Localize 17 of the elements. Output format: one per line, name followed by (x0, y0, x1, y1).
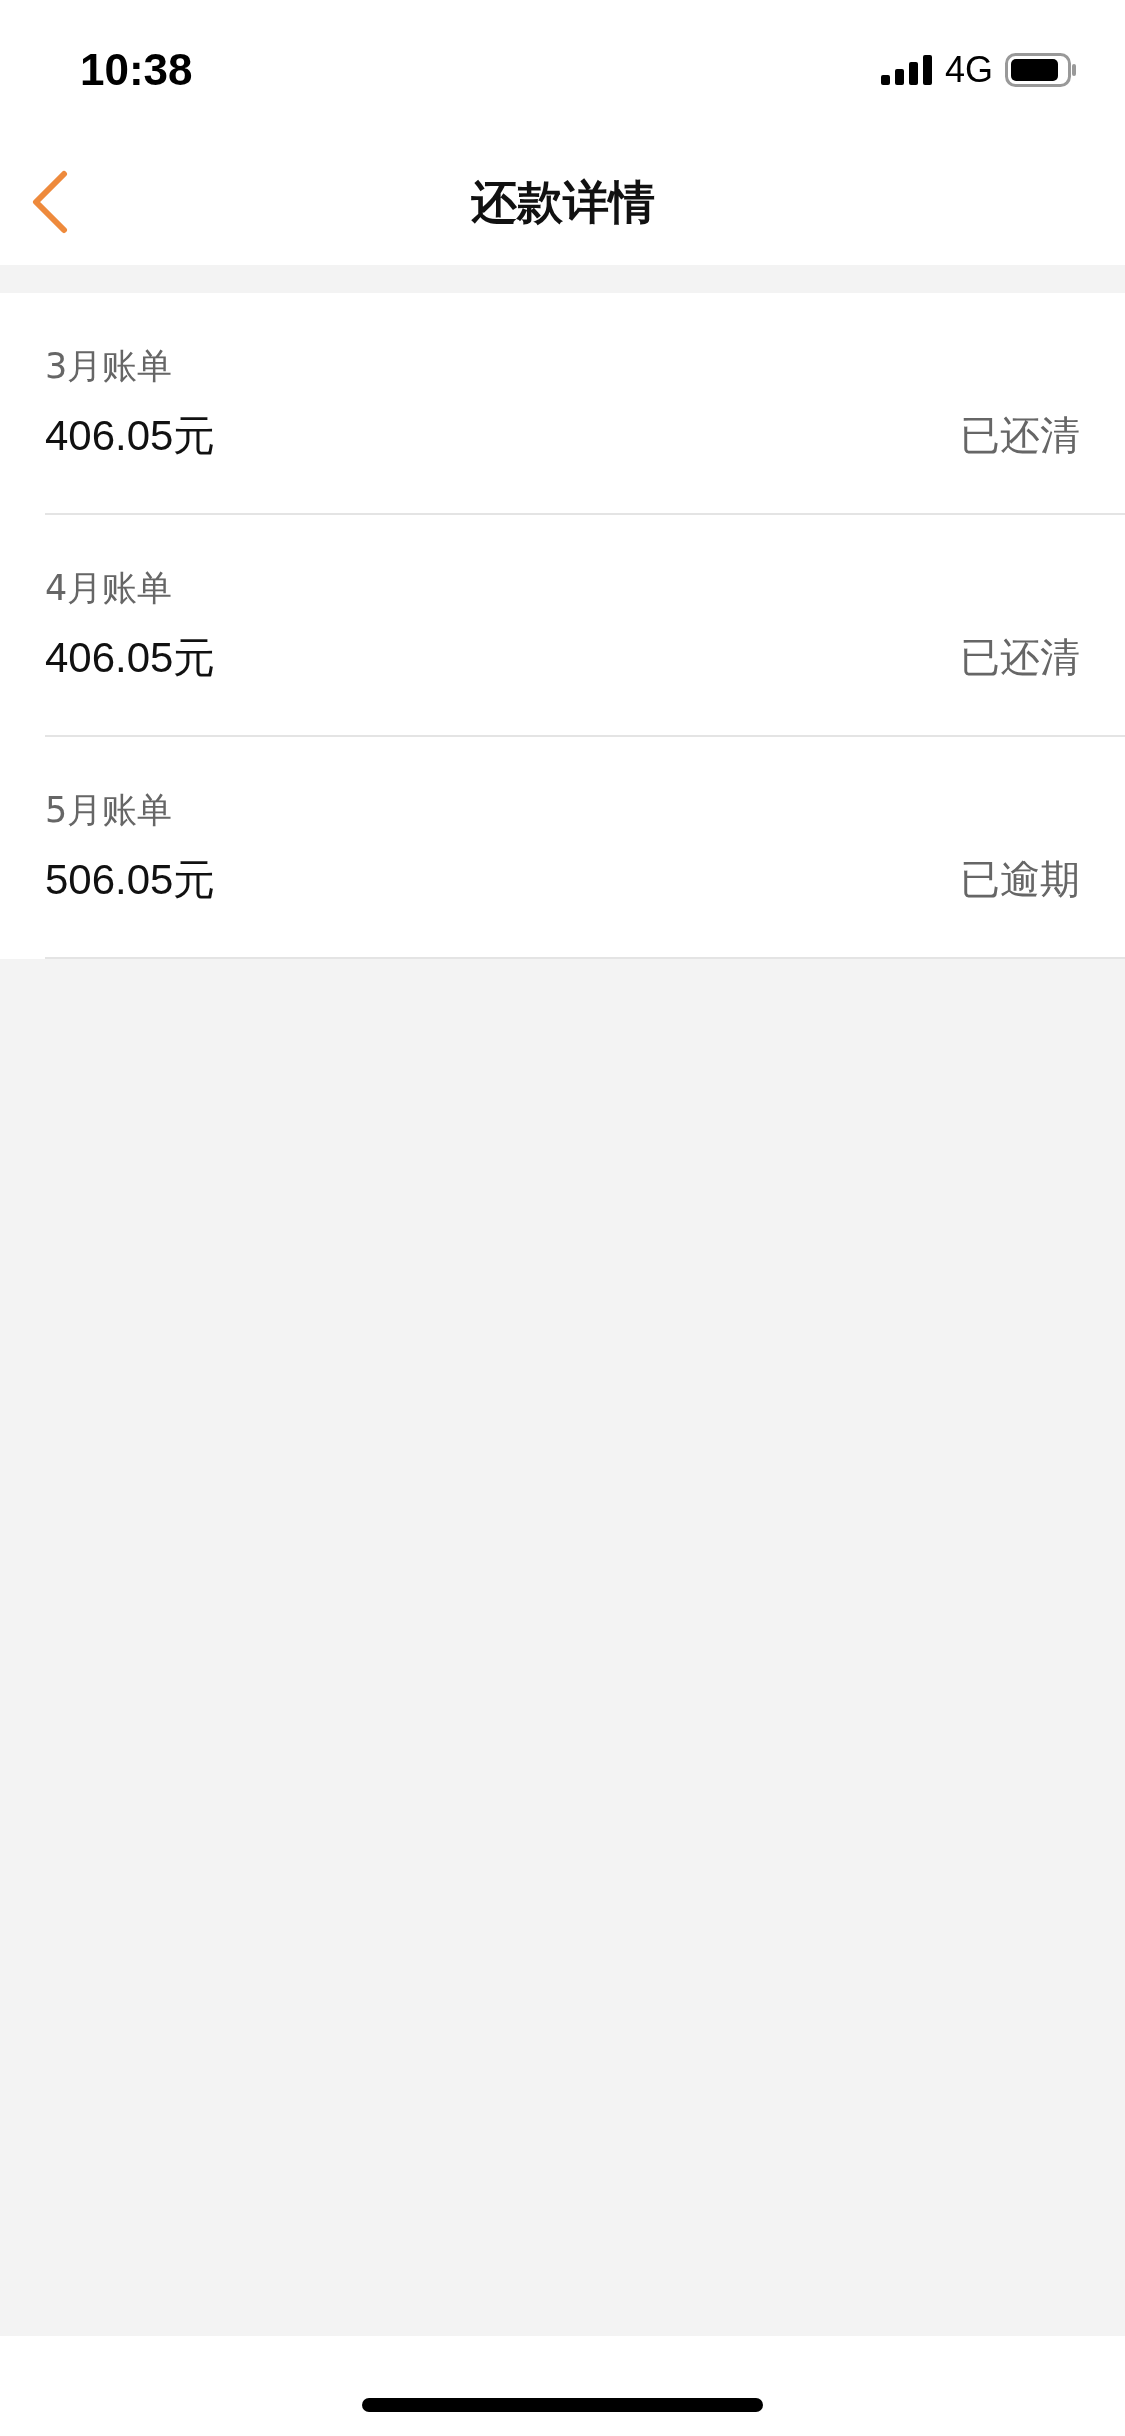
bill-month: 5月账单 (45, 788, 174, 832)
page-title: 还款详情 (470, 173, 655, 231)
bill-month: 3月账单 (45, 344, 174, 388)
battery-icon (1005, 53, 1077, 87)
network-type: 4G (944, 49, 993, 91)
bill-row[interactable]: 3月账单 406.05元 已还清 (45, 293, 1125, 515)
bill-amount: 406.05元 (45, 632, 216, 683)
back-icon[interactable] (30, 170, 70, 234)
bill-status: 已逾期 (960, 855, 1080, 904)
bill-row[interactable]: 4月账单 406.05元 已还清 (45, 515, 1125, 737)
signal-icon (880, 55, 933, 85)
bill-status: 已还清 (960, 633, 1080, 682)
bill-month: 4月账单 (45, 566, 174, 610)
bill-status: 已还清 (960, 411, 1080, 460)
status-time: 10:38 (80, 45, 193, 95)
bill-amount: 506.05元 (45, 854, 216, 905)
bill-amount: 406.05元 (45, 410, 216, 461)
